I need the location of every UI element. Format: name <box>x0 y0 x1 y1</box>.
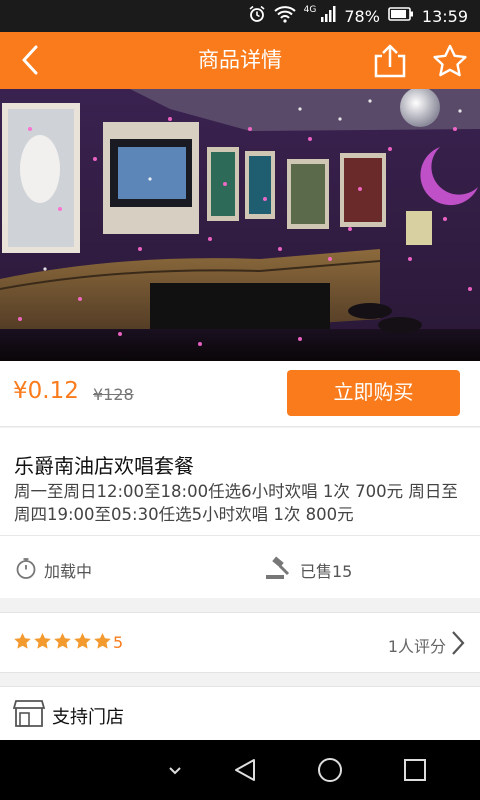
sold-text: 已售15 <box>300 562 353 581</box>
alarm-icon <box>248 5 266 27</box>
network-type-label: 4G <box>303 4 317 15</box>
rating-star-icon <box>94 632 111 649</box>
nav-back-icon[interactable] <box>230 755 260 785</box>
app-header: 商品详情 <box>0 32 480 89</box>
store-row[interactable]: 支持门店 <box>0 686 480 740</box>
chevron-right-icon <box>450 629 466 657</box>
rating-star-icon <box>14 632 31 649</box>
current-price: ¥0.12 <box>13 378 79 404</box>
rating-row[interactable]: 5 1人评分 <box>0 612 480 673</box>
back-arrow-icon[interactable] <box>14 42 50 78</box>
status-bar: 4G 78% 13:59 <box>0 0 480 32</box>
original-price: ¥128 <box>93 385 134 404</box>
rating-score: 5 <box>113 633 124 652</box>
sold-count: 已售15 <box>264 556 352 584</box>
loading-status: 加载中 <box>14 556 92 584</box>
clock: 13:59 <box>421 6 468 26</box>
status-row: 加载中 已售15 <box>0 535 480 598</box>
stopwatch-icon <box>14 556 38 584</box>
deal-description: 周一至周日12:00至18:00任选6小时欢唱 1次 700元 周日至周四19:… <box>14 482 458 524</box>
nav-recents-icon[interactable] <box>400 755 430 785</box>
rating-star-icon <box>34 632 51 649</box>
battery-icon <box>388 6 414 26</box>
share-icon[interactable] <box>370 42 410 80</box>
product-image[interactable] <box>0 89 480 361</box>
deal-info: 乐爵南油店欢唱套餐 周一至周日12:00至18:00任选6小时欢唱 1次 700… <box>0 428 480 535</box>
price-row: ¥0.12 ¥128 立即购买 <box>0 361 480 427</box>
wifi-icon <box>273 5 296 27</box>
rating-star-icon <box>74 632 91 649</box>
buy-now-button[interactable]: 立即购买 <box>287 370 460 416</box>
signal-icon <box>320 5 336 27</box>
store-icon <box>12 697 46 729</box>
chevron-down-icon[interactable] <box>160 755 190 785</box>
nav-home-icon[interactable] <box>315 755 345 785</box>
battery-percent: 78% <box>344 6 380 26</box>
deal-title: 乐爵南油店欢唱套餐 <box>14 454 194 478</box>
status-indicators: 4G 78% 13:59 <box>248 0 468 32</box>
gavel-icon <box>264 556 294 584</box>
star-rating <box>13 632 112 651</box>
rating-star-icon <box>54 632 71 649</box>
store-label: 支持门店 <box>52 707 124 728</box>
rating-count: 1人评分 <box>387 637 446 656</box>
loading-text: 加载中 <box>44 562 93 581</box>
system-nav-bar <box>0 740 480 800</box>
star-icon[interactable] <box>430 42 470 80</box>
